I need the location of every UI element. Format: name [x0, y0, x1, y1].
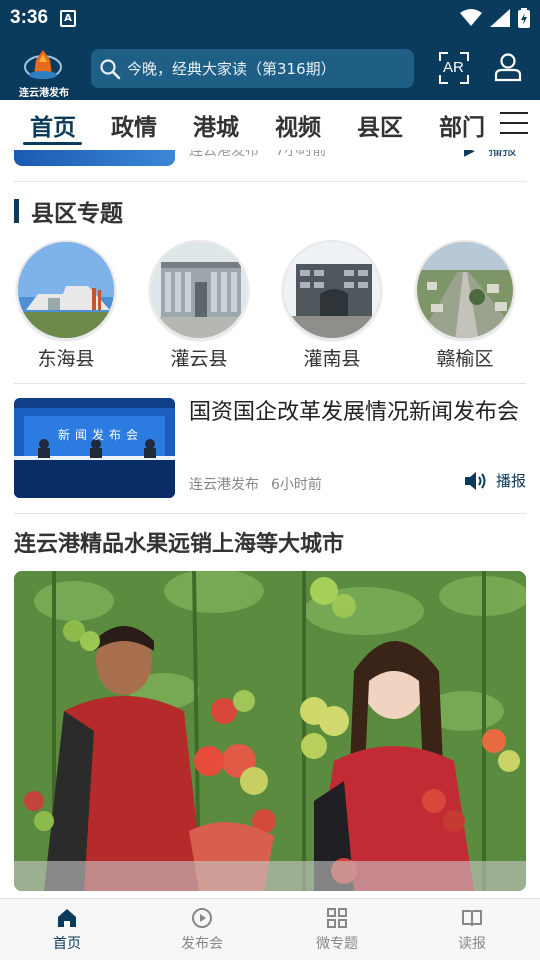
home-icon	[58, 909, 76, 927]
feature-image[interactable]	[14, 571, 526, 891]
app-header: 连云港发布 今晚，经典大家读（第316期） AR	[0, 36, 540, 100]
county-name: 灌云县	[170, 348, 228, 370]
county-image	[415, 240, 515, 340]
user-icon	[494, 53, 522, 82]
feature-title[interactable]: 连云港精品水果远销上海等大城市	[14, 526, 344, 558]
news-item-partial[interactable]: 连云港发布 7小时前 ▶ 播报	[14, 150, 526, 168]
grid-icon	[327, 908, 347, 928]
logo-emblem-icon	[24, 50, 62, 79]
bottom-nav-label: 微专题	[316, 936, 358, 952]
play-label: 播报	[488, 150, 517, 159]
section-header: 县区专题	[14, 194, 123, 228]
county-item-guannan[interactable]: 灌南县	[282, 240, 382, 371]
signal-icon	[490, 9, 510, 27]
category-tabs: 首页 政情 港城 视频 县区 部门	[0, 100, 540, 150]
tab-politics[interactable]: 政情	[111, 108, 157, 142]
bottom-navigation: 首页 发布会 微专题 读报	[0, 898, 540, 960]
news-source: 连云港发布	[189, 477, 259, 493]
section-title: 县区专题	[31, 200, 123, 227]
menu-button[interactable]	[500, 112, 528, 138]
play-label: 播报	[496, 472, 527, 490]
bottom-nav-press-conference[interactable]: 发布会	[162, 907, 242, 953]
county-image	[282, 240, 382, 340]
tab-video[interactable]: 视频	[275, 108, 321, 142]
county-name: 赣榆区	[436, 348, 494, 370]
county-item-donghai[interactable]: 东海县	[16, 240, 116, 371]
bottom-nav-label: 首页	[53, 936, 81, 952]
speaker-icon	[465, 471, 486, 490]
user-profile-button[interactable]	[494, 52, 522, 82]
news-item[interactable]: 新闻发布会 国资国企改革发展情况新闻发布会 连云港发布 6小时前 播报	[14, 398, 526, 500]
news-time: 6小时前	[271, 477, 322, 493]
status-time: 3:36	[10, 7, 49, 28]
battery-icon	[518, 8, 530, 28]
bottom-nav-newspaper[interactable]: 读报	[432, 907, 512, 953]
wifi-icon	[460, 9, 482, 26]
feed[interactable]: 连云港发布 7小时前 ▶ 播报 县区专题 东海县 灌云县 灌南县 赣榆区 新闻发…	[0, 150, 540, 898]
hamburger-icon	[500, 112, 528, 134]
county-item-ganyu[interactable]: 赣榆区	[415, 240, 515, 371]
tab-port-city[interactable]: 港城	[193, 108, 239, 142]
county-image	[149, 240, 249, 340]
ar-label: AR	[443, 59, 464, 76]
speaker-icon: ▶	[464, 150, 475, 159]
news-time: 7小时前	[275, 150, 327, 159]
thumb-caption: 新闻发布会	[58, 428, 144, 442]
county-name: 东海县	[37, 348, 95, 370]
play-circle-icon	[192, 908, 212, 928]
news-meta: 连云港发布 7小时前	[189, 150, 326, 160]
section-accent-bar	[14, 199, 19, 223]
bottom-nav-home[interactable]: 首页	[27, 907, 107, 953]
play-button[interactable]: ▶ 播报	[464, 150, 516, 160]
divider	[14, 383, 526, 384]
search-placeholder: 今晚，经典大家读（第316期）	[127, 60, 336, 78]
news-meta: 连云港发布 6小时前	[189, 474, 322, 494]
logo-text: 连云港发布	[19, 88, 69, 99]
bottom-nav-label: 发布会	[181, 936, 223, 952]
newspaper-icon	[462, 910, 482, 927]
status-bar: 3:36 A	[0, 0, 540, 36]
search-icon	[100, 58, 121, 79]
app-notification-icon: A	[60, 9, 77, 27]
app-logo[interactable]: 连云港发布	[0, 36, 80, 100]
tab-home[interactable]: 首页	[30, 108, 76, 142]
news-source: 连云港发布	[189, 150, 259, 159]
county-name: 灌南县	[303, 348, 361, 370]
tab-counties[interactable]: 县区	[357, 108, 403, 142]
news-thumbnail	[14, 150, 175, 166]
divider	[14, 181, 526, 182]
bottom-nav-micro-topics[interactable]: 微专题	[297, 907, 377, 953]
search-input[interactable]: 今晚，经典大家读（第316期）	[91, 49, 414, 88]
county-item-guanyun[interactable]: 灌云县	[149, 240, 249, 371]
ar-scan-button[interactable]: AR	[439, 52, 469, 84]
news-thumbnail: 新闻发布会	[14, 398, 175, 498]
active-tab-indicator	[23, 142, 82, 145]
county-image	[16, 240, 116, 340]
tab-departments[interactable]: 部门	[439, 108, 485, 142]
play-button[interactable]: 播报	[464, 470, 526, 491]
news-title: 国资国企改革发展情况新闻发布会	[189, 400, 520, 425]
divider	[14, 513, 526, 514]
bottom-nav-label: 读报	[458, 936, 486, 952]
